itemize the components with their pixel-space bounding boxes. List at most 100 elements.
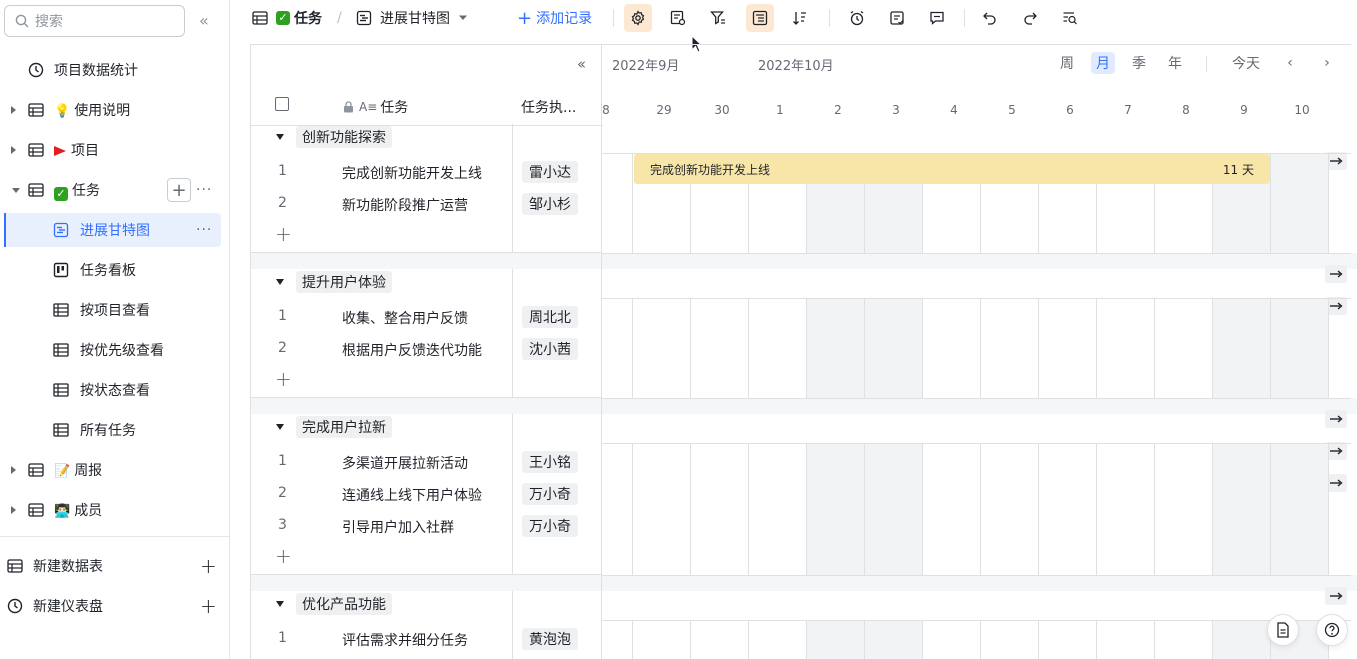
table-row[interactable]: 3 引导用户加入社群 万小奇 [250, 510, 602, 542]
sidebar-item-members[interactable]: 👨🏻‍💻 成员 [4, 493, 221, 527]
scroll-to-task-button[interactable] [1325, 410, 1347, 428]
column-header-task[interactable]: A≡ 任务 [343, 97, 408, 117]
sidebar-item-tasks[interactable]: ✓ 任务 + ··· [4, 173, 221, 207]
table-row[interactable]: 1 完成创新功能开发上线 雷小达 [250, 156, 602, 188]
settings-button[interactable] [624, 4, 652, 32]
sidebar-item-kanban[interactable]: 任务看板 [4, 253, 221, 287]
search-input[interactable]: 搜索 [4, 5, 185, 37]
table-row[interactable]: 2 新功能阶段推广运营 邹小杉 [250, 188, 602, 220]
executor-tag[interactable]: 周北北 [522, 306, 578, 328]
group-header[interactable]: 优化产品功能 [276, 593, 392, 615]
chevron-down-icon [459, 15, 467, 20]
new-table-button[interactable]: 新建数据表 + [4, 549, 221, 583]
view-switcher[interactable]: 进展甘特图 [356, 0, 468, 36]
executor-tag[interactable]: 万小奇 [522, 515, 578, 537]
collapse-grid-icon[interactable]: ‹‹ [577, 55, 586, 73]
redo-button[interactable] [1016, 4, 1044, 32]
filter-button[interactable] [704, 4, 732, 32]
document-button[interactable] [1267, 614, 1299, 646]
task-name[interactable]: 引导用户加入社群 [342, 517, 454, 537]
more-icon[interactable]: ··· [196, 222, 212, 238]
today-button[interactable]: 今天 [1230, 52, 1262, 74]
task-name[interactable]: 多渠道开展拉新活动 [342, 453, 468, 473]
view-month-button[interactable]: 月 [1091, 52, 1115, 74]
form-button[interactable] [883, 4, 911, 32]
sidebar-item-weekly[interactable]: 📝 周报 [4, 453, 221, 487]
sidebar-item-by-project[interactable]: 按项目查看 [4, 293, 221, 327]
chevron-right-icon[interactable]: › [1315, 52, 1339, 74]
reminder-button[interactable] [843, 4, 871, 32]
comment-button[interactable] [923, 4, 951, 32]
task-name[interactable]: 根据用户反馈迭代功能 [342, 340, 482, 360]
collapse-sidebar-icon[interactable]: ‹‹ [199, 11, 209, 30]
gantt-bar[interactable]: 完成创新功能开发上线 11 天 [634, 154, 1270, 184]
add-row-button[interactable]: + [275, 222, 292, 246]
view-week-button[interactable]: 周 [1055, 52, 1079, 74]
sidebar-item-projects[interactable]: 项目 [4, 133, 221, 167]
table-row[interactable]: 2 根据用户反馈迭代功能 沈小茜 [250, 333, 602, 365]
task-name[interactable]: 评估需求并细分任务 [342, 630, 468, 650]
group-header[interactable]: 提升用户体验 [276, 271, 392, 293]
bulb-icon: 💡 [54, 104, 71, 119]
arrow-right-icon [1330, 415, 1343, 423]
search-records-button[interactable] [1056, 4, 1084, 32]
collapse-caret-icon[interactable] [12, 187, 20, 193]
column-header-executor[interactable]: 任务执... [521, 97, 576, 117]
task-name[interactable]: 连通线上线下用户体验 [342, 485, 482, 505]
table-row[interactable]: 2 连通线上线下用户体验 万小奇 [250, 478, 602, 510]
collapse-caret-icon[interactable] [276, 601, 284, 607]
view-year-button[interactable]: 年 [1163, 52, 1187, 74]
expand-caret-icon[interactable] [11, 466, 16, 474]
plus-icon[interactable]: + [200, 594, 217, 618]
day-column [922, 299, 980, 399]
scroll-to-task-button[interactable] [1325, 265, 1347, 283]
more-icon[interactable]: ··· [196, 182, 212, 198]
executor-tag[interactable]: 黄泡泡 [522, 628, 578, 650]
new-dashboard-button[interactable]: 新建仪表盘 + [4, 589, 221, 623]
sidebar-item-guide[interactable]: 💡 使用说明 [4, 93, 221, 127]
table-breadcrumb[interactable]: ✓ 任务 [252, 0, 322, 36]
sidebar-item-by-status[interactable]: 按状态查看 [4, 373, 221, 407]
table-row[interactable]: 1 多渠道开展拉新活动 王小铭 [250, 446, 602, 478]
add-view-button[interactable]: + [167, 178, 191, 202]
expand-caret-icon[interactable] [11, 146, 16, 154]
executor-tag[interactable]: 雷小达 [522, 161, 578, 183]
plus-icon[interactable]: + [200, 554, 217, 578]
task-name[interactable]: 完成创新功能开发上线 [342, 163, 482, 183]
help-button[interactable] [1316, 614, 1348, 646]
table-row[interactable]: 1 评估需求并细分任务 黄泡泡 [250, 623, 602, 655]
task-name[interactable]: 新功能阶段推广运营 [342, 195, 468, 215]
day-column [632, 299, 690, 399]
field-config-button[interactable] [664, 4, 692, 32]
sidebar-item-all-tasks[interactable]: 所有任务 [4, 413, 221, 447]
add-row-button[interactable]: + [275, 367, 292, 391]
add-record-button[interactable]: + 添加记录 [517, 0, 592, 36]
expand-caret-icon[interactable] [11, 106, 16, 114]
executor-tag[interactable]: 万小奇 [522, 483, 578, 505]
group-header[interactable]: 完成用户拉新 [276, 416, 392, 438]
collapse-caret-icon[interactable] [276, 424, 284, 430]
group-header[interactable]: 创新功能探索 [276, 126, 392, 148]
sidebar-item-dashboard[interactable]: 项目数据统计 [4, 53, 221, 87]
filter-icon [710, 11, 725, 25]
table-icon [28, 463, 44, 477]
row-number: 1 [278, 308, 287, 324]
task-name[interactable]: 收集、整合用户反馈 [342, 308, 468, 328]
group-button[interactable] [746, 4, 774, 32]
table-row[interactable]: 1 收集、整合用户反馈 周北北 [250, 301, 602, 333]
executor-tag[interactable]: 王小铭 [522, 451, 578, 473]
select-all-checkbox[interactable] [275, 97, 289, 111]
collapse-caret-icon[interactable] [276, 134, 284, 140]
executor-tag[interactable]: 沈小茜 [522, 338, 578, 360]
undo-button[interactable] [976, 4, 1004, 32]
view-quarter-button[interactable]: 季 [1127, 52, 1151, 74]
chevron-left-icon[interactable]: ‹ [1278, 52, 1302, 74]
sort-button[interactable] [786, 4, 814, 32]
sidebar-item-by-priority[interactable]: 按优先级查看 [4, 333, 221, 367]
collapse-caret-icon[interactable] [276, 279, 284, 285]
executor-tag[interactable]: 邹小杉 [522, 193, 578, 215]
expand-caret-icon[interactable] [11, 506, 16, 514]
scroll-to-task-button[interactable] [1325, 587, 1347, 605]
add-row-button[interactable]: + [275, 544, 292, 568]
sidebar-item-gantt[interactable]: 进展甘特图 ··· [4, 213, 221, 247]
